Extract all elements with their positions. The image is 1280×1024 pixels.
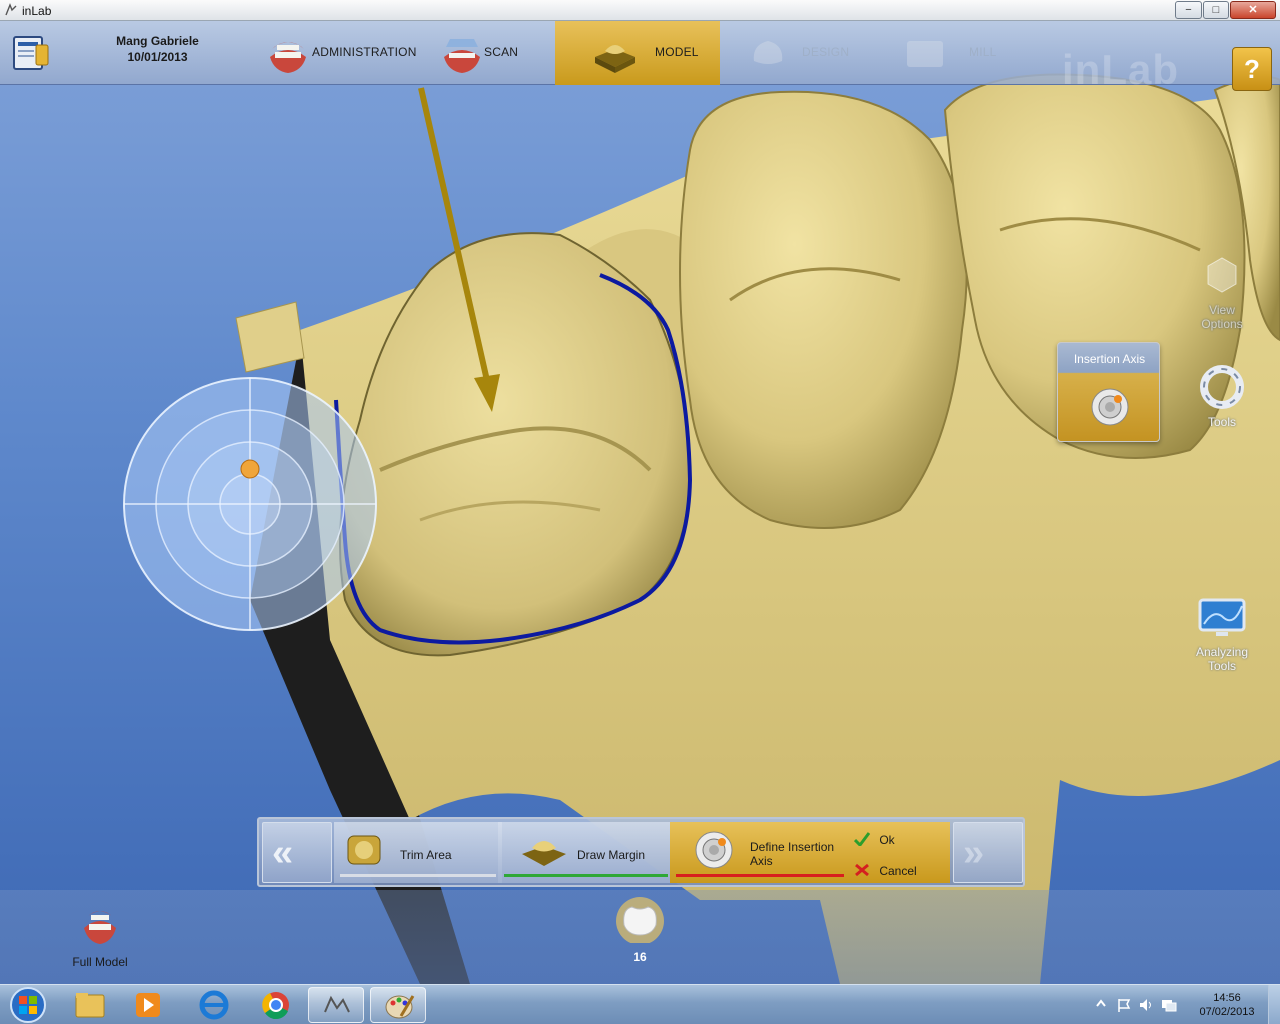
cancel-label: Cancel [879, 864, 917, 878]
define-insertion-axis-icon [695, 831, 733, 869]
clock-time: 14:56 [1213, 992, 1241, 1004]
draw-margin-label: Draw Margin [577, 848, 646, 862]
action-center-flag-icon[interactable] [1116, 997, 1132, 1013]
tooth-16-button[interactable]: 16 [608, 895, 672, 964]
ok-button[interactable]: Ok [853, 832, 895, 848]
jaw-scan-icon [444, 39, 480, 73]
cross-icon [855, 863, 869, 877]
jaw-administration-icon [270, 42, 306, 73]
rotation-compass[interactable] [122, 376, 378, 632]
tools-label: Tools [1207, 415, 1236, 429]
cancel-button[interactable]: Cancel [854, 863, 917, 878]
paint-palette-icon [385, 995, 415, 1019]
double-chevron-left-icon: « [272, 832, 293, 874]
model-stump-icon [595, 45, 635, 73]
tools-button[interactable]: Tools [1192, 362, 1252, 429]
close-button[interactable]: ✕ [1230, 1, 1276, 19]
taskbar-paint[interactable] [370, 987, 426, 1023]
compass-handle [240, 459, 260, 479]
taskbar-clock[interactable]: 14:56 07/02/2013 [1196, 991, 1258, 1019]
draw-margin-status-bar [504, 874, 668, 877]
wizard-step-draw-margin[interactable]: Draw Margin [498, 822, 674, 883]
taskbar-media-player[interactable] [120, 987, 176, 1023]
patient-date: 10/01/2013 [127, 50, 188, 64]
wizard-next-button[interactable]: » [953, 822, 1023, 883]
insertion-axis-popup[interactable]: Insertion Axis [1057, 342, 1160, 442]
step-mill: MILL [895, 21, 1025, 85]
full-model-jaw-icon [84, 911, 116, 944]
media-player-icon [136, 993, 160, 1017]
patient-info: Mang Gabriele 10/01/2013 [100, 33, 215, 65]
chrome-icon [262, 992, 289, 1020]
wizard-step-trim-area[interactable]: Trim Area [334, 822, 502, 883]
step-scan[interactable]: SCAN [430, 21, 550, 85]
windows-taskbar: 14:56 07/02/2013 [0, 984, 1280, 1024]
design-crown-icon [753, 41, 783, 64]
volume-icon[interactable] [1138, 997, 1154, 1013]
workflow-header: Mang Gabriele 10/01/2013 ADMINISTRATION … [0, 21, 1280, 93]
window-title-bar: inLab − □ ✕ [0, 0, 1280, 21]
full-model-label: Full Model [72, 955, 128, 969]
insertion-axis-title: Insertion Axis [1073, 352, 1146, 366]
analyzing-tools-button[interactable]: Analyzing Tools [1188, 596, 1256, 673]
patient-name: Mang Gabriele [116, 34, 199, 48]
taskbar-file-explorer[interactable] [62, 987, 118, 1023]
checkmark-icon [853, 832, 871, 848]
tooth-number-label: 16 [633, 950, 647, 964]
folder-icon [75, 993, 105, 1018]
insertion-axis-icon [1091, 388, 1129, 426]
wizard-previous-button[interactable]: « [262, 822, 332, 883]
analyzing-tools-monitor-icon [1198, 598, 1246, 636]
show-desktop-button[interactable] [1268, 985, 1280, 1024]
inlab-app-icon [5, 3, 17, 16]
mill-machine-icon [907, 41, 943, 67]
wizard-step-define-insertion-axis[interactable]: Define Insertion Axis Ok Cancel [670, 822, 950, 883]
step-administration-label: ADMINISTRATION [312, 45, 417, 59]
network-icon[interactable] [1160, 997, 1178, 1013]
step-mill-label: MILL [969, 45, 997, 59]
window-title: inLab [22, 4, 52, 18]
step-design: DESIGN [740, 21, 880, 85]
define-insertion-axis-status-bar [676, 874, 844, 877]
start-button[interactable] [2, 985, 54, 1024]
analyzing-tools-label: Analyzing Tools [1195, 645, 1249, 673]
model-wizard-bar: « Trim Area Draw Margin Define Insertion… [257, 817, 1025, 887]
view-options-cube-icon [1207, 257, 1237, 293]
minimize-button[interactable]: − [1175, 1, 1202, 19]
view-options-label: View Options [1201, 303, 1243, 331]
taskbar-internet-explorer[interactable] [186, 987, 242, 1023]
tooth-icon [616, 897, 664, 945]
view-options-button[interactable]: View Options [1192, 250, 1252, 331]
full-model-button[interactable]: Full Model [62, 900, 138, 969]
step-design-label: DESIGN [802, 45, 850, 59]
help-button[interactable]: ? [1232, 47, 1272, 91]
step-administration[interactable]: ADMINISTRATION [258, 21, 428, 85]
trim-area-status-bar [340, 874, 496, 877]
trim-area-label: Trim Area [400, 848, 452, 862]
double-chevron-right-icon: » [963, 832, 984, 874]
clock-date: 07/02/2013 [1199, 1006, 1255, 1018]
inlab-taskbar-icon [324, 995, 350, 1013]
step-model-label: MODEL [655, 45, 699, 59]
ok-label: Ok [879, 833, 895, 847]
step-scan-label: SCAN [484, 45, 519, 59]
inlab-application: { "window": {"title": "inLab", "min_glyp… [0, 0, 1280, 1024]
define-insertion-axis-label: Define Insertion Axis [750, 840, 835, 868]
internet-explorer-icon [199, 990, 229, 1020]
model-pin [235, 301, 305, 373]
taskbar-inlab[interactable] [308, 987, 364, 1023]
tools-ring-icon [1200, 365, 1244, 409]
draw-margin-icon [522, 841, 566, 866]
patient-card-icon[interactable] [10, 31, 52, 73]
inlab-logo: inLab [1062, 46, 1179, 93]
taskbar-chrome[interactable] [248, 987, 304, 1023]
trim-area-icon [347, 835, 381, 865]
step-model[interactable]: MODEL [555, 21, 720, 85]
help-question-icon: ? [1244, 54, 1260, 84]
premolar-tooth [679, 90, 968, 529]
tray-expand-icon[interactable] [1094, 997, 1108, 1011]
maximize-button[interactable]: □ [1203, 1, 1229, 19]
